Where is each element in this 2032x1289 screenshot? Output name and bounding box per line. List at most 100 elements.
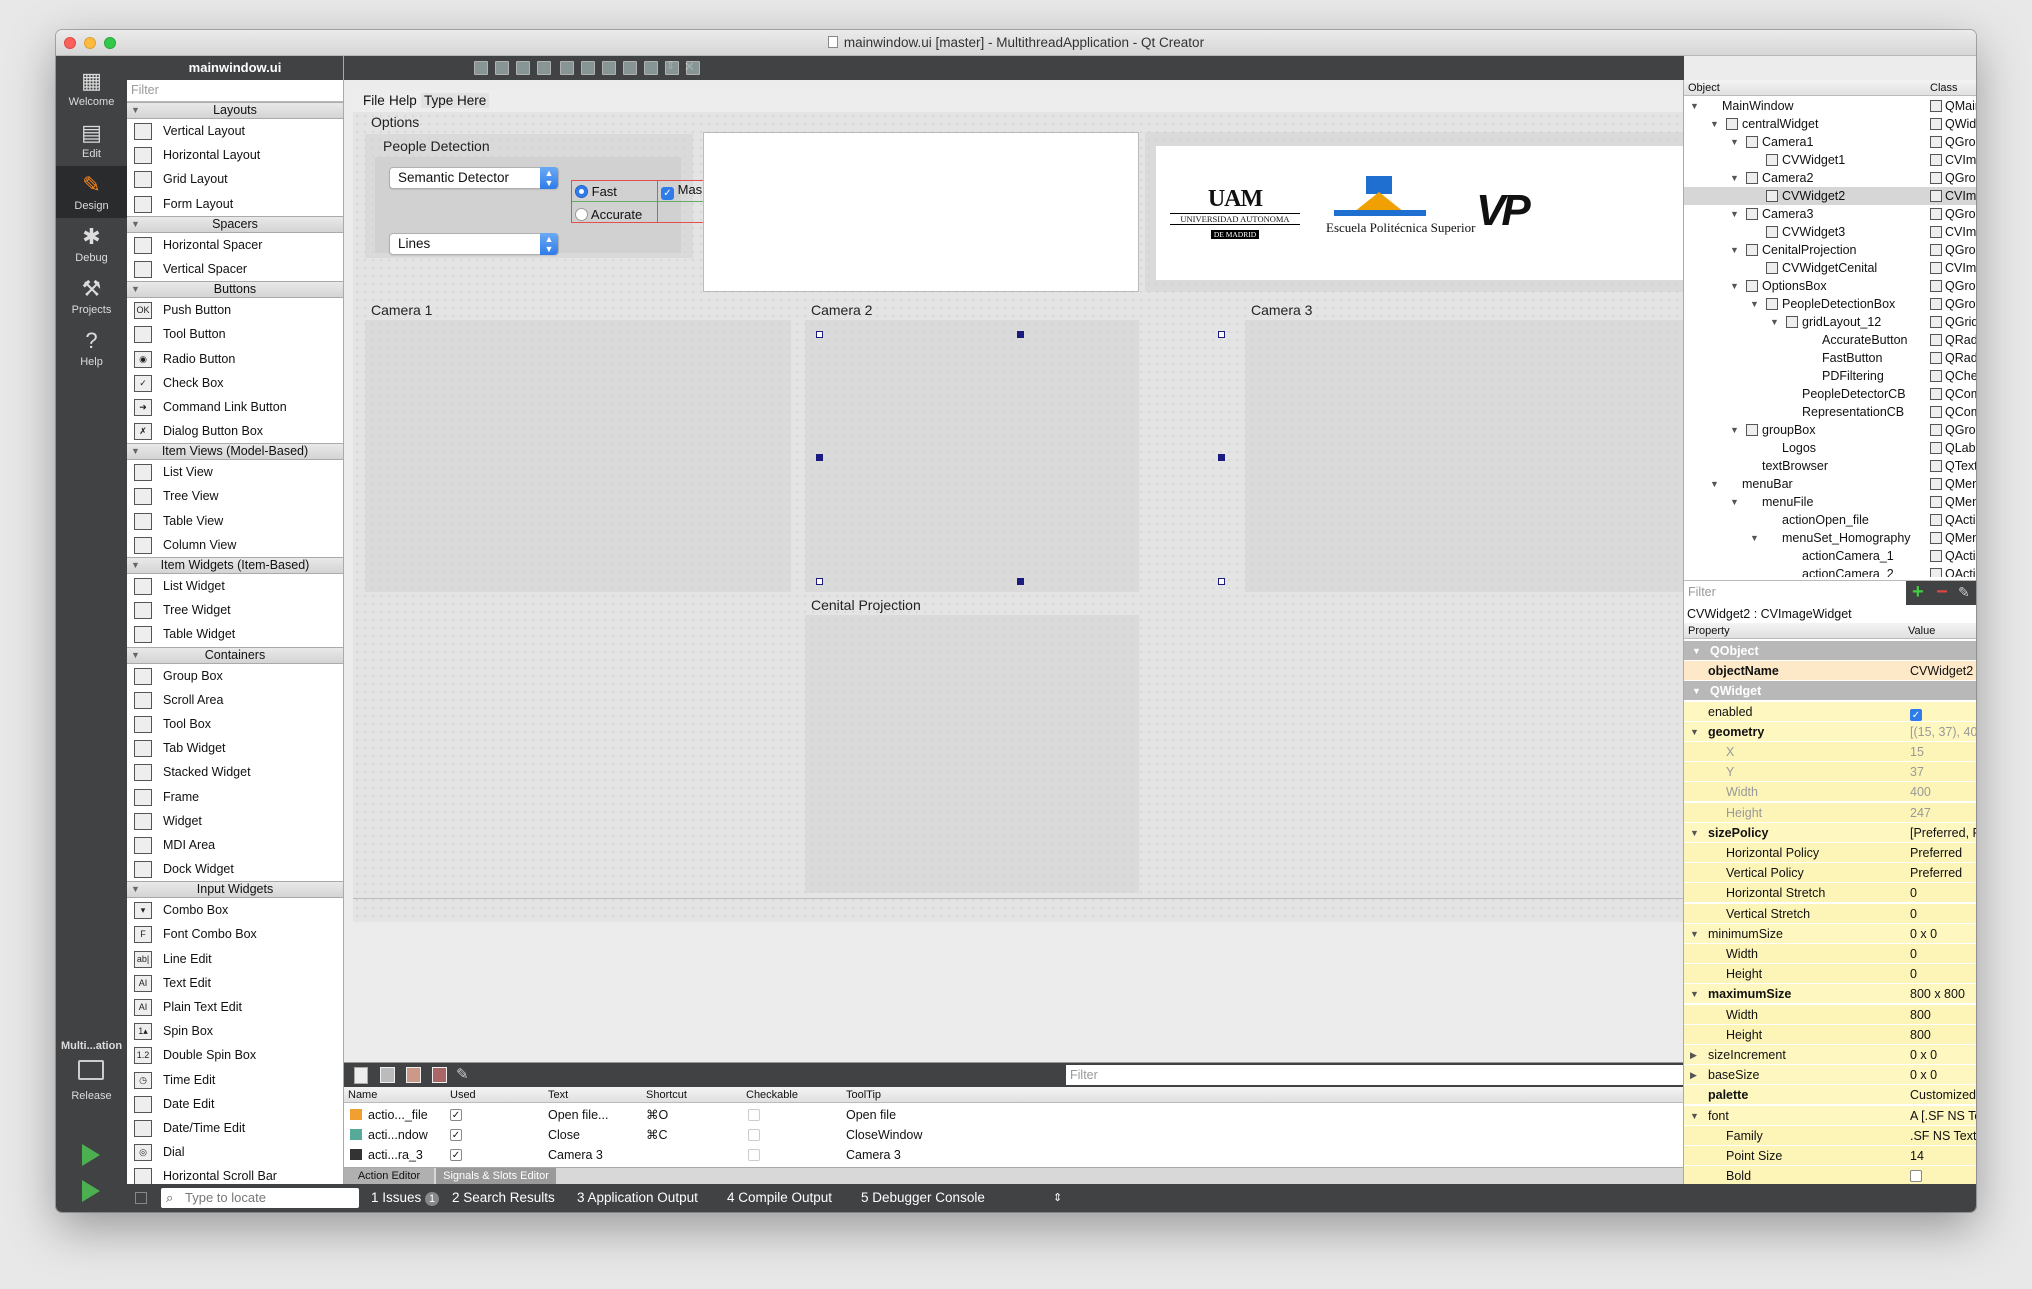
widget-date-time-edit[interactable]: Date/Time Edit — [127, 1116, 343, 1140]
widget-group-box[interactable]: Group Box — [127, 664, 343, 688]
widget-plain-text-edit[interactable]: AI Plain Text Edit — [127, 995, 343, 1019]
category-spacers[interactable]: Spacers — [127, 215, 343, 233]
camera2-groupbox[interactable] — [805, 320, 1139, 592]
widget-grid-layout[interactable]: Grid Layout — [127, 167, 343, 191]
tab-signals-slots[interactable]: Signals & Slots Editor — [436, 1168, 556, 1185]
object-row-camera1[interactable]: ▼ Camera1 QGroupBox — [1684, 133, 1976, 151]
property-value[interactable]: 400 — [1910, 782, 1931, 802]
property-row-x[interactable]: X 15 — [1684, 742, 1976, 762]
widget-tool-box[interactable]: Tool Box — [127, 712, 343, 736]
cenital-groupbox[interactable] — [805, 615, 1139, 893]
mode-projects[interactable]: ⚒ Projects — [56, 270, 127, 322]
widget-list-view[interactable]: List View — [127, 460, 343, 484]
property-value[interactable]: ✓ — [1910, 702, 1922, 722]
category-containers[interactable]: Containers — [127, 646, 343, 664]
expand-arrow-icon[interactable]: ▼ — [1690, 1106, 1699, 1126]
widget-tool-button[interactable]: Tool Button — [127, 322, 343, 346]
checkbox-checked-icon[interactable]: ✓ — [1910, 708, 1922, 721]
minimize-window-icon[interactable] — [84, 37, 96, 49]
pane-debugger-console[interactable]: 5 Debugger Console — [861, 1184, 985, 1212]
checkable-checkbox[interactable] — [748, 1109, 760, 1121]
property-row-vertical-policy[interactable]: Vertical Policy Preferred — [1684, 863, 1976, 884]
property-row-maximumsize[interactable]: ▼ maximumSize 800 x 800 — [1684, 984, 1976, 1005]
layout-tool-icon[interactable] — [516, 61, 530, 75]
widget-form-layout[interactable]: Form Layout — [127, 192, 343, 216]
property-value[interactable]: 15 — [1910, 742, 1924, 762]
widget-time-edit[interactable]: ◷ Time Edit — [127, 1068, 343, 1092]
property-row-width[interactable]: Width 0 — [1684, 944, 1976, 964]
widget-widget[interactable]: Widget — [127, 809, 343, 833]
menu-file[interactable]: File — [363, 93, 385, 108]
category-input-widgets[interactable]: Input Widgets — [127, 881, 343, 899]
collapse-arrow-icon[interactable]: ▶ — [1690, 1045, 1697, 1065]
object-row-textbrowser[interactable]: textBrowser QTextBrowser — [1684, 457, 1976, 475]
mode-help[interactable]: ? Help — [56, 322, 127, 374]
property-row-minimumsize[interactable]: ▼ minimumSize 0 x 0 — [1684, 923, 1976, 944]
widget-combo-box[interactable]: ▾ Combo Box — [127, 898, 343, 922]
category-item-views-model-based[interactable]: Item Views (Model-Based) — [127, 443, 343, 461]
widget-table-view[interactable]: Table View — [127, 509, 343, 533]
property-value[interactable]: CVWidget2 — [1910, 661, 1973, 681]
header-name[interactable]: Name — [348, 1087, 377, 1103]
sidebar-toggle-icon[interactable] — [135, 1192, 147, 1204]
property-value[interactable]: 800 — [1910, 1025, 1931, 1045]
object-row-menuset-homography[interactable]: ▼ menuSet_Homography QMenu — [1684, 529, 1976, 547]
add-property-icon[interactable]: + — [1912, 581, 1924, 604]
object-row-menufile[interactable]: ▼ menuFile QMenu — [1684, 493, 1976, 511]
widget-horizontal-spacer[interactable]: Horizontal Spacer — [127, 233, 343, 257]
property-row-width[interactable]: Width 400 — [1684, 782, 1976, 803]
menu-help[interactable]: Help — [389, 93, 417, 108]
widget-scroll-area[interactable]: Scroll Area — [127, 688, 343, 712]
category-item-widgets-item-based[interactable]: Item Widgets (Item-Based) — [127, 557, 343, 574]
expand-arrow-icon[interactable]: ▼ — [1690, 823, 1699, 843]
remove-property-icon[interactable]: − — [1936, 581, 1948, 604]
object-row-camera3[interactable]: ▼ Camera3 QGroupBox — [1684, 205, 1976, 223]
layout-tool-icon[interactable] — [537, 61, 551, 75]
widget-dialog-button-box[interactable]: ✗ Dialog Button Box — [127, 419, 343, 443]
property-row-horizontal-policy[interactable]: Horizontal Policy Preferred — [1684, 843, 1976, 863]
widget-command-link-button[interactable]: ➜ Command Link Button — [127, 395, 343, 419]
widget-vertical-layout[interactable]: Vertical Layout — [127, 119, 343, 143]
property-row-y[interactable]: Y 37 — [1684, 762, 1976, 783]
object-row-gridlayout-12[interactable]: ▼ gridLayout_12 QGridLayout — [1684, 313, 1976, 331]
wrench-icon[interactable]: ✎ — [1958, 584, 1970, 601]
object-row-cvwidgetcenital[interactable]: CVWidgetCenital CVIma...idget — [1684, 259, 1976, 277]
pane-issues[interactable]: 1 Issues 1 — [371, 1184, 440, 1212]
category-layouts[interactable]: Layouts — [127, 102, 343, 119]
header-shortcut[interactable]: Shortcut — [646, 1087, 687, 1103]
header-class[interactable]: Class — [1930, 80, 1958, 96]
widget-check-box[interactable]: ✓ Check Box — [127, 371, 343, 395]
widget-push-button[interactable]: OK Push Button — [127, 298, 343, 322]
mode-welcome[interactable]: ▦ Welcome — [56, 62, 127, 114]
run-icon[interactable] — [82, 1144, 100, 1166]
expand-arrow-icon[interactable]: ▼ — [1690, 97, 1699, 115]
pane-search-results[interactable]: 2 Search Results — [452, 1184, 555, 1212]
object-row-cvwidget1[interactable]: CVWidget1 CVIma...idget — [1684, 151, 1976, 169]
property-row-vertical-stretch[interactable]: Vertical Stretch 0 — [1684, 903, 1976, 924]
property-row-horizontal-stretch[interactable]: Horizontal Stretch 0 — [1684, 883, 1976, 904]
widget-column-view[interactable]: Column View — [127, 533, 343, 557]
object-row-pdfiltering[interactable]: PDFiltering QCheckBox — [1684, 367, 1976, 385]
property-value[interactable]: 37 — [1910, 762, 1924, 782]
property-row-objectname[interactable]: objectName CVWidget2 — [1684, 661, 1976, 682]
widget-stacked-widget[interactable]: Stacked Widget — [127, 760, 343, 784]
fast-radio[interactable]: Fast — [575, 184, 617, 199]
expand-arrow-icon[interactable]: ▼ — [1770, 313, 1779, 331]
header-value[interactable]: Value — [1908, 623, 1935, 639]
mode-design[interactable]: ✎ Design — [56, 166, 127, 218]
widget-frame[interactable]: Frame — [127, 785, 343, 809]
property-value[interactable]: 0 — [1910, 883, 1917, 903]
expand-arrow-icon[interactable]: ▼ — [1730, 205, 1739, 223]
widget-horizontal-layout[interactable]: Horizontal Layout — [127, 143, 343, 167]
property-row-height[interactable]: Height 800 — [1684, 1024, 1976, 1045]
property-value[interactable]: .SF NS Text — [1910, 1126, 1976, 1146]
property-value[interactable]: 0 — [1910, 944, 1917, 964]
object-row-fastbutton[interactable]: FastButton QRadioButton — [1684, 349, 1976, 367]
detector-combo[interactable]: Semantic Detector ▲ ▼ — [389, 167, 559, 189]
zoom-window-icon[interactable] — [104, 37, 116, 49]
menu-type-here[interactable]: Type Here — [421, 93, 490, 108]
paste-action-icon[interactable] — [406, 1067, 421, 1083]
layout-tool-icon[interactable] — [686, 61, 700, 75]
widget-spin-box[interactable]: 1▴ Spin Box — [127, 1019, 343, 1043]
header-object[interactable]: Object — [1688, 80, 1720, 96]
